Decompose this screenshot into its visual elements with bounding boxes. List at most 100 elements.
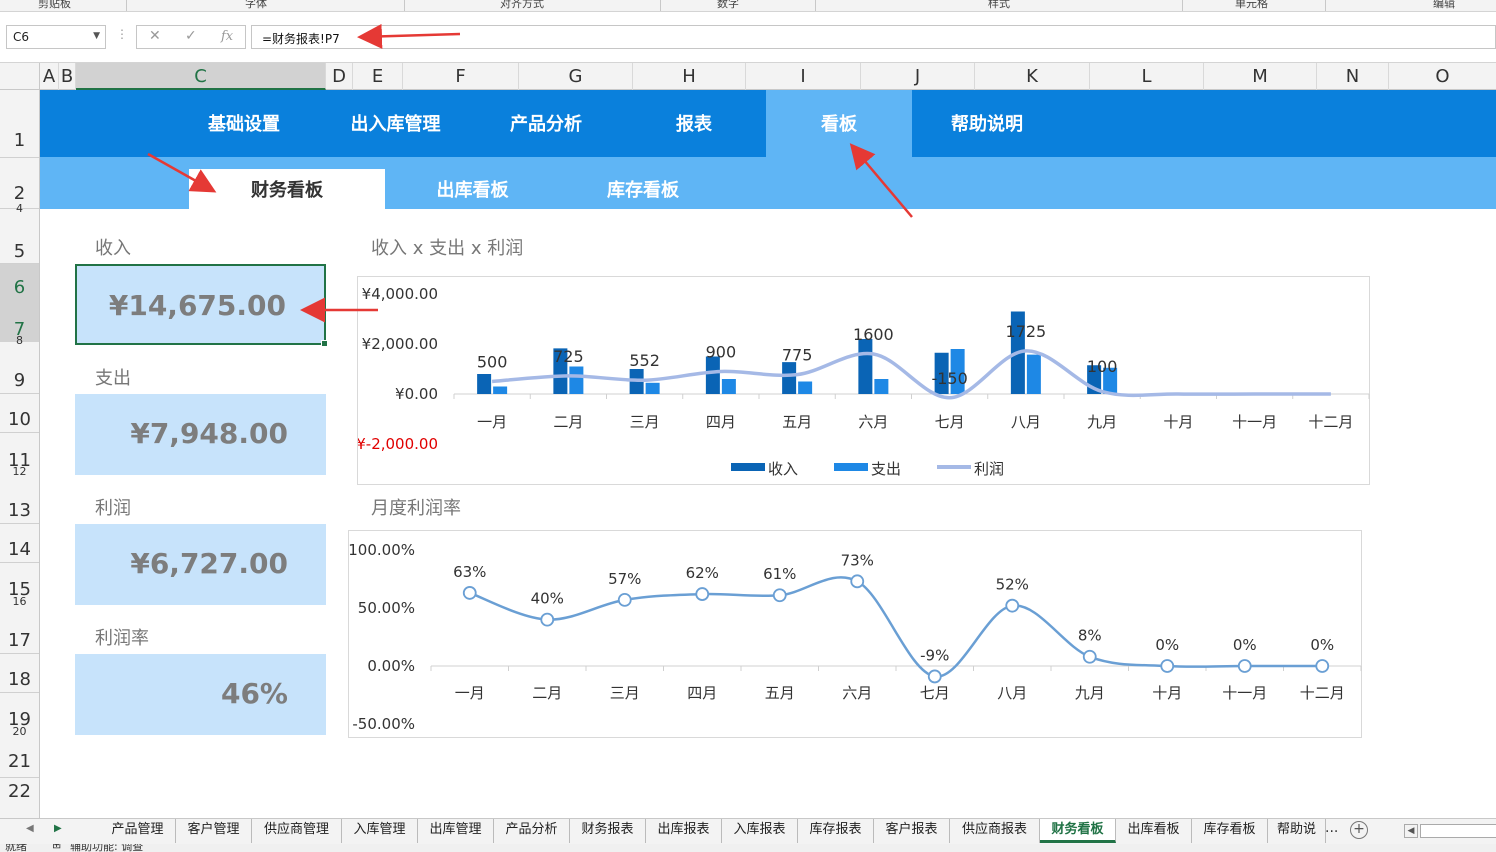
row-header-6[interactable]: 6 <box>0 264 39 303</box>
row-header-10[interactable]: 10 <box>0 409 39 430</box>
profit-line <box>491 349 1331 400</box>
sheet-tab[interactable]: 库存报表 <box>798 819 874 843</box>
status-accessibility[interactable]: 辅助功能: 调查 <box>70 844 143 852</box>
add-sheet-icon[interactable]: + <box>1350 821 1368 839</box>
ribbon-group-number[interactable]: 数字 <box>717 0 739 11</box>
row-separator <box>0 432 39 433</box>
hscroll-left-icon[interactable]: ◀ <box>1404 824 1418 838</box>
margin-point <box>695 587 710 601</box>
chart-frame-monthly-margin[interactable]: 100.00% 50.00% 0.00% -50.00% 63% 40% 57% 62% 61%… <box>348 530 1362 738</box>
chart-frame-income-expense-profit[interactable]: ¥4,000.00 ¥2,000.00 ¥0.00 ¥-2,000.00 一月 二月 三月 四… <box>356 276 1370 485</box>
row-header-14[interactable]: 14 <box>0 539 39 560</box>
column-header-f[interactable]: F <box>403 63 519 90</box>
row-header-21[interactable]: 21 <box>0 751 39 772</box>
margin-data-label: 0% <box>1310 636 1334 654</box>
column-header-d[interactable]: D <box>326 63 353 90</box>
ribbon-group-font[interactable]: 字体 <box>245 0 267 11</box>
sheet-tab[interactable]: 产品分析 <box>494 819 570 843</box>
nav-item-help[interactable]: 帮助说明 <box>928 90 1046 157</box>
kpi-card-margin[interactable]: 46% <box>75 654 326 735</box>
column-header-k[interactable]: K <box>975 63 1090 90</box>
row-header-22[interactable]: 22 <box>0 781 39 802</box>
row-header-17[interactable]: 17 <box>0 630 39 651</box>
expense-bar <box>645 382 660 394</box>
subnav-item-stock-board[interactable]: 库存看板 <box>560 169 726 209</box>
x-axis-tick-label: 十月 <box>1163 413 1193 431</box>
column-header-l[interactable]: L <box>1090 63 1204 90</box>
row-header-12[interactable]: 12 <box>0 465 39 478</box>
income-expense-profit-chart: ¥4,000.00 ¥2,000.00 ¥0.00 ¥-2,000.00 一月 二月 三月 四… <box>356 285 1370 478</box>
horizontal-scrollbar[interactable] <box>1420 824 1496 838</box>
row-header-13[interactable]: 13 <box>0 500 39 521</box>
sheet-tab[interactable]: 财务看板 <box>1040 819 1116 843</box>
ribbon-group-clipboard[interactable]: 剪贴板 <box>38 0 71 11</box>
tab-scroll-left-icon[interactable]: ◀ <box>26 823 34 834</box>
sheet-tab[interactable]: 出库管理 <box>418 819 494 843</box>
column-header-i[interactable]: I <box>746 63 861 90</box>
row-header-1[interactable]: 1 <box>0 130 39 151</box>
sheet-tab[interactable]: 客户管理 <box>176 819 252 843</box>
column-header-m[interactable]: M <box>1204 63 1317 90</box>
column-header-n[interactable]: N <box>1317 63 1389 90</box>
column-header-o[interactable]: O <box>1389 63 1496 90</box>
sheet-tab[interactable]: 产品管理 <box>100 819 176 843</box>
nav-item-product-analysis[interactable]: 产品分析 <box>487 90 605 157</box>
accessibility-icon[interactable]: ⊞ <box>52 844 61 851</box>
sheet-tab[interactable]: 入库报表 <box>722 819 798 843</box>
cancel-icon[interactable]: ✕ <box>149 28 161 44</box>
x-axis-tick-label: 七月 <box>935 413 965 431</box>
row-header-4[interactable]: 4 <box>0 202 39 215</box>
formula-input[interactable]: =财务报表!P7 <box>251 25 1496 49</box>
row-header-5[interactable]: 5 <box>0 241 39 262</box>
nav-item-reports[interactable]: 报表 <box>635 90 753 157</box>
row-header-2[interactable]: 2 <box>0 183 39 204</box>
column-header-g[interactable]: G <box>519 63 633 90</box>
nav-item-basic-settings[interactable]: 基础设置 <box>185 90 303 157</box>
profit-data-label: 500 <box>477 353 508 372</box>
chevron-down-icon[interactable]: ▼ <box>93 31 100 41</box>
name-box[interactable]: C6 ▼ <box>6 25 106 49</box>
row-header-16[interactable]: 16 <box>0 595 39 608</box>
row-header-18[interactable]: 18 <box>0 669 39 690</box>
kpi-card-income[interactable]: ¥14,675.00 <box>75 264 328 347</box>
row-header-8[interactable]: 8 <box>0 334 39 347</box>
sheet-tab[interactable]: 出库报表 <box>646 819 722 843</box>
select-all-corner[interactable] <box>0 63 40 90</box>
ribbon-group-styles[interactable]: 样式 <box>988 0 1010 11</box>
row-header-20[interactable]: 20 <box>0 725 39 738</box>
subnav-item-finance-board[interactable]: 财务看板 <box>189 169 385 209</box>
column-header-j[interactable]: J <box>861 63 975 90</box>
column-header-a[interactable]: A <box>40 63 59 90</box>
row-header-9[interactable]: 9 <box>0 370 39 391</box>
sheet-tab[interactable]: 供应商管理 <box>252 819 342 843</box>
tab-more-indicator[interactable]: ... <box>1325 820 1338 836</box>
kpi-card-profit[interactable]: ¥6,727.00 <box>75 524 326 605</box>
nav-item-dashboard[interactable]: 看板 <box>766 90 912 157</box>
x-axis-tick-label: 五月 <box>782 413 812 431</box>
subnav-item-outbound-board[interactable]: 出库看板 <box>385 169 560 209</box>
column-header-b[interactable]: B <box>59 63 76 90</box>
ribbon-group-alignment[interactable]: 对齐方式 <box>500 0 544 11</box>
sheet-tab[interactable]: 出库看板 <box>1116 819 1192 843</box>
ribbon-group-editing[interactable]: 编辑 <box>1433 0 1455 11</box>
kpi-label-margin: 利润率 <box>95 628 149 649</box>
kpi-card-expense[interactable]: ¥7,948.00 <box>75 394 326 475</box>
formula-bar-grip-icon[interactable]: ⋮ <box>116 27 128 41</box>
column-header-c[interactable]: C <box>76 63 326 90</box>
sheet-tab[interactable]: 入库管理 <box>342 819 418 843</box>
margin-data-label: 8% <box>1078 627 1102 645</box>
sheet-tab[interactable]: 库存看板 <box>1192 819 1268 843</box>
column-header-h[interactable]: H <box>633 63 746 90</box>
row-separator <box>0 562 39 563</box>
enter-icon[interactable]: ✓ <box>185 28 197 44</box>
dashboard-subnav: 财务看板 出库看板 库存看板 <box>40 157 1496 209</box>
sheet-tab[interactable]: 客户报表 <box>874 819 950 843</box>
insert-function-icon[interactable]: fx <box>221 29 233 44</box>
sheet-tab[interactable]: 供应商报表 <box>950 819 1040 843</box>
sheet-tab[interactable]: 财务报表 <box>570 819 646 843</box>
ribbon-group-cells[interactable]: 单元格 <box>1235 0 1268 11</box>
sheet-tab[interactable]: 帮助说 <box>1268 819 1326 843</box>
column-header-e[interactable]: E <box>353 63 403 90</box>
tab-scroll-right-icon[interactable]: ▶ <box>54 823 62 834</box>
nav-item-inventory-management[interactable]: 出入库管理 <box>333 90 458 157</box>
